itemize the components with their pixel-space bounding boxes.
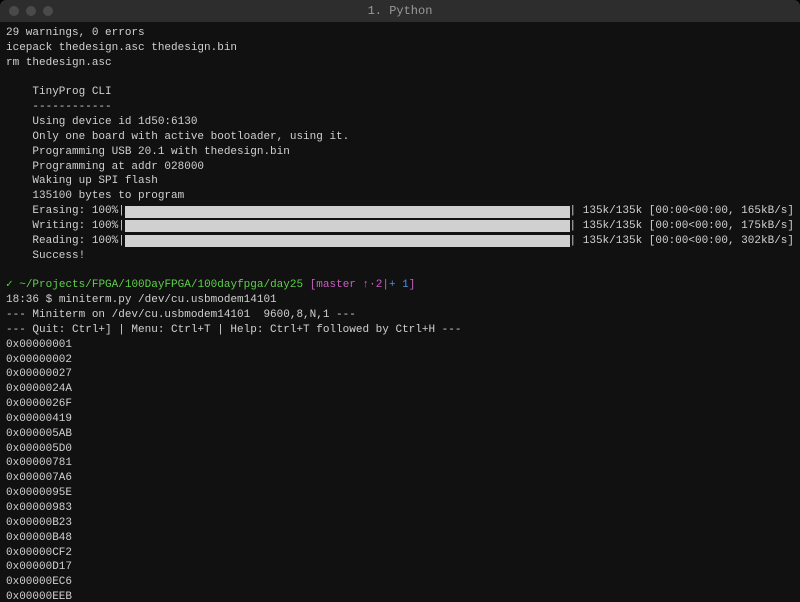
output-line: 0x0000024A xyxy=(6,382,794,397)
tinyprog-device: Using device id 1d50:6130 xyxy=(6,115,794,130)
blank-line xyxy=(6,71,794,86)
zoom-window-icon[interactable] xyxy=(43,6,53,16)
tinyprog-bytes: 135100 bytes to program xyxy=(6,189,794,204)
prompt-line-1: ✓ ~/Projects/FPGA/100DayFPGA/100dayfpga/… xyxy=(6,278,794,293)
output-line: 0x000007A6 xyxy=(6,471,794,486)
miniterm-on: --- Miniterm on /dev/cu.usbmodem14101 96… xyxy=(6,308,794,323)
progress-label: Writing: 100%| xyxy=(6,219,125,234)
progress-label: Reading: 100%| xyxy=(6,234,125,249)
prompt-dollar: $ xyxy=(46,294,59,306)
git-ahead: ↑·2 xyxy=(363,279,383,291)
output-line: 0x00000D17 xyxy=(6,560,794,575)
tinyprog-waking: Waking up SPI flash xyxy=(6,174,794,189)
output-line: 0x00000002 xyxy=(6,353,794,368)
progress-stats: 135k/135k [00:00<00:00, 175kB/s] xyxy=(576,219,794,234)
minimize-window-icon[interactable] xyxy=(26,6,36,16)
window-title: 1. Python xyxy=(0,4,800,18)
build-warnings-line: 29 warnings, 0 errors xyxy=(6,26,794,41)
tinyprog-success: Success! xyxy=(6,249,794,264)
tinyprog-dashes: ------------ xyxy=(6,100,794,115)
output-line: 0x00000CF2 xyxy=(6,546,794,561)
close-window-icon[interactable] xyxy=(9,6,19,16)
progress-label: Erasing: 100%| xyxy=(6,204,125,219)
miniterm-help: --- Quit: Ctrl+] | Menu: Ctrl+T | Help: … xyxy=(6,323,794,338)
progress-bar xyxy=(125,206,570,218)
output-line: 0x0000095E xyxy=(6,486,794,501)
progress-stats: 135k/135k [00:00<00:00, 302kB/s] xyxy=(576,234,794,249)
tinyprog-addr: Programming at addr 028000 xyxy=(6,160,794,175)
progress-reading: Reading: 100%|| 135k/135k [00:00<00:00, … xyxy=(6,234,794,249)
output-line: 0x000005AB xyxy=(6,427,794,442)
prompt-time: 18:36 xyxy=(6,294,46,306)
output-line: 0x00000B23 xyxy=(6,516,794,531)
output-line: 0x00000419 xyxy=(6,412,794,427)
terminal-output[interactable]: 29 warnings, 0 errors icepack thedesign.… xyxy=(0,22,800,602)
git-added: + 1 xyxy=(389,279,409,291)
git-branch: master xyxy=(316,279,362,291)
output-line: 0x000005D0 xyxy=(6,442,794,457)
progress-bar xyxy=(125,220,570,232)
output-line: 0x00000001 xyxy=(6,338,794,353)
prompt-check-icon: ✓ xyxy=(6,279,19,291)
prompt-line-2: 18:36 $ miniterm.py /dev/cu.usbmodem1410… xyxy=(6,293,794,308)
output-line: 0x00000EC6 xyxy=(6,575,794,590)
progress-bar xyxy=(125,235,570,247)
tinyprog-programming: Programming USB 20.1 with thedesign.bin xyxy=(6,145,794,160)
blank-line xyxy=(6,264,794,279)
traffic-lights[interactable] xyxy=(9,6,53,16)
output-line: 0x00000EEB xyxy=(6,590,794,602)
tinyprog-title: TinyProg CLI xyxy=(6,85,794,100)
tinyprog-board: Only one board with active bootloader, u… xyxy=(6,130,794,145)
progress-stats: 135k/135k [00:00<00:00, 165kB/s] xyxy=(576,204,794,219)
titlebar: 1. Python xyxy=(0,0,800,22)
rm-line: rm thedesign.asc xyxy=(6,56,794,71)
output-line: 0x00000781 xyxy=(6,456,794,471)
progress-writing: Writing: 100%|| 135k/135k [00:00<00:00, … xyxy=(6,219,794,234)
output-line: 0x00000027 xyxy=(6,367,794,382)
progress-erasing: Erasing: 100%|| 135k/135k [00:00<00:00, … xyxy=(6,204,794,219)
output-line: 0x00000B48 xyxy=(6,531,794,546)
icepack-line: icepack thedesign.asc thedesign.bin xyxy=(6,41,794,56)
prompt-path: ~/Projects/FPGA/100DayFPGA/100dayfpga/da… xyxy=(19,279,309,291)
output-line: 0x0000026F xyxy=(6,397,794,412)
prompt-command: miniterm.py /dev/cu.usbmodem14101 xyxy=(59,294,277,306)
output-line: 0x00000983 xyxy=(6,501,794,516)
